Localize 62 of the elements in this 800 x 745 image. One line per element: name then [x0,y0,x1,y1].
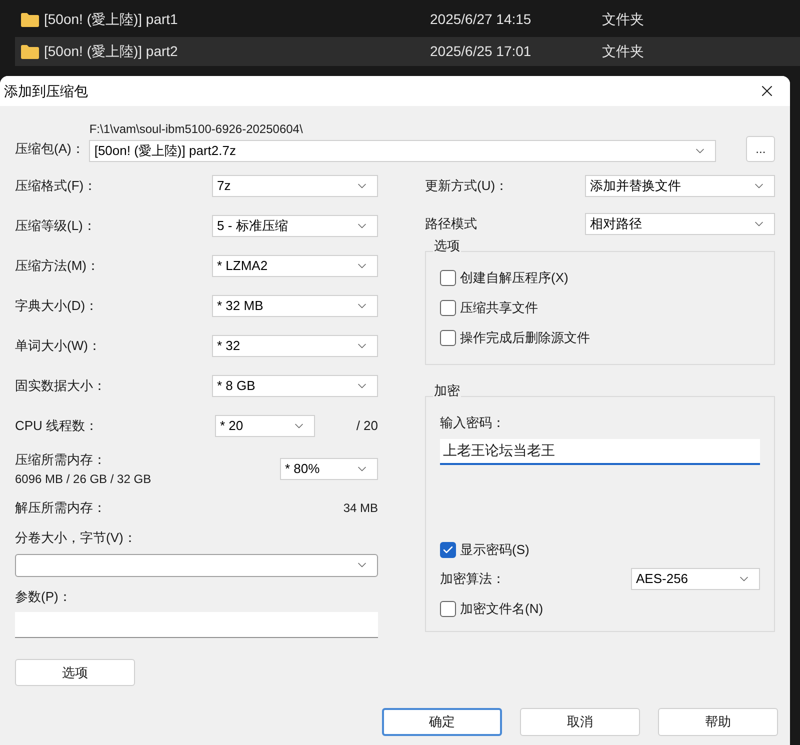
dropdown[interactable]: 添加并替换文件 [585,175,775,197]
dropdown[interactable]: * 8 GB [212,375,378,397]
checkbox-label: 加密文件名(N) [460,600,544,618]
folder-date: 2025/6/25 17:01 [430,42,532,61]
field-label: 字典大小(D)： [15,297,98,316]
dropdown[interactable]: 相对路径 [585,213,775,235]
thread-count: / 20 [356,417,378,436]
field-label: 单词大小(W)： [15,337,101,356]
folder-type: 文件夹 [602,10,644,29]
dropdown[interactable]: * 32 MB [212,295,378,317]
folder-row[interactable]: [50on! (愛上陸)] part1 2025/6/27 14:15 文件夹 [15,5,800,34]
field-label: 输入密码： [440,414,506,432]
checkbox-label: 创建自解压程序(X) [460,269,568,288]
field-label: 压缩等级(L)： [15,217,96,236]
memory-usage: 6096 MB / 26 GB / 32 GB [15,470,152,488]
dialog-button[interactable]: 取消 [520,708,640,736]
browse-button[interactable]: ... [746,136,775,162]
check-icon [442,544,454,556]
field-label: 压缩方法(M)： [15,257,100,276]
dialog-title: 添加到压缩包 [4,82,88,100]
dropdown[interactable]: * 20 [215,415,315,437]
checkbox[interactable] [440,270,456,286]
folder-date: 2025/6/27 14:15 [430,10,532,29]
field-label: 路径模式 [425,215,477,234]
folder-type: 文件夹 [602,42,644,61]
folder-icon [20,44,38,58]
field-label: 压缩所需内存： [15,451,107,470]
dropdown[interactable]: [50on! (愛上陸)] part2.7z [89,140,716,162]
dialog-button[interactable]: 确定 [382,708,502,736]
memory-value: 34 MB [343,500,378,517]
field-label: 分卷大小，字节(V)： [15,529,138,547]
volume-size-dropdown[interactable] [15,554,378,576]
checkbox-label: 压缩共享文件 [460,299,538,318]
parameters-field[interactable] [15,612,378,638]
field-label: 参数(P)： [15,588,72,606]
field-label: 更新方式(U)： [425,177,508,196]
dropdown[interactable]: 7z [212,175,378,197]
field-label: 固实数据大小： [15,377,106,396]
field-label: 解压所需内存： [15,499,106,518]
dropdown[interactable]: AES-256 [631,568,760,590]
options-button[interactable]: 选项 [15,659,135,686]
dropdown[interactable]: * LZMA2 [212,255,378,277]
checkbox[interactable] [440,542,456,558]
checkbox[interactable] [440,330,456,346]
field-label: 压缩格式(F)： [15,177,97,196]
checkbox[interactable] [440,600,456,616]
checkbox[interactable] [440,300,456,316]
field-label: 压缩包(A)： [15,140,84,158]
folder-name: [50on! (愛上陸)] part1 [44,10,179,29]
archive-path: F:\1\vam\soul-ibm5100-6926-20250604\ [89,121,304,138]
field-label: CPU 线程数： [15,418,98,433]
password-field[interactable]: 上老王论坛当老王 [440,438,760,464]
dropdown[interactable]: * 32 [212,335,378,357]
checkbox-label: 操作完成后删除源文件 [460,329,590,348]
checkbox-label: 显示密码(S) [460,540,530,559]
dropdown[interactable]: * 80% [280,458,378,480]
folder-row[interactable]: [50on! (愛上陸)] part2 2025/6/25 17:01 文件夹 [15,37,800,66]
field-label: 加密算法： [440,570,505,588]
dialog-button[interactable]: 帮助 [658,708,778,736]
folder-icon [20,12,38,26]
folder-name: [50on! (愛上陸)] part2 [44,42,179,61]
dropdown[interactable]: 5 - 标准压缩 [212,215,378,237]
